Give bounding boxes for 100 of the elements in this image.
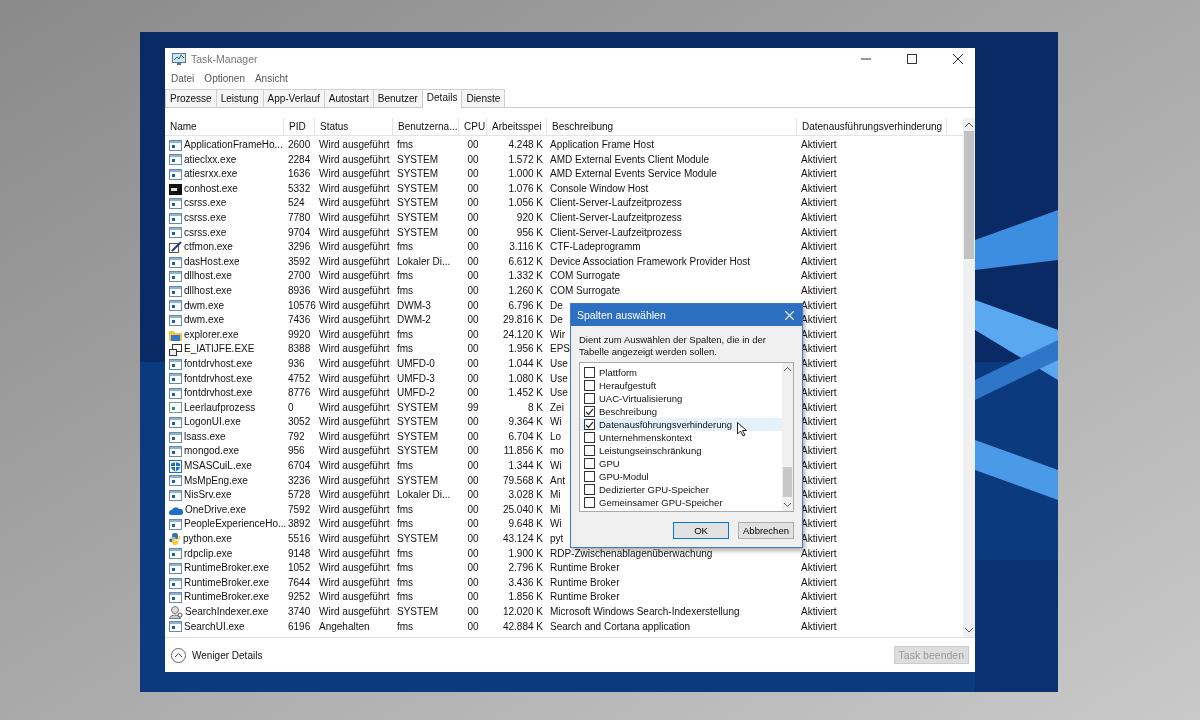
checkbox[interactable]	[584, 497, 595, 508]
table-cell: Wi	[550, 518, 562, 530]
app-window-icon	[169, 373, 182, 385]
table-cell: 00	[467, 372, 479, 384]
table-cell: Wird ausgeführt	[319, 606, 390, 617]
checkbox[interactable]	[584, 419, 595, 430]
process-name: ctfmon.exe	[184, 240, 233, 255]
tab[interactable]: Leistung	[215, 89, 264, 107]
column-option[interactable]: GPU	[580, 457, 782, 470]
column-option[interactable]: Plattform	[580, 366, 782, 379]
table-cell: 956	[288, 445, 305, 457]
table-cell: fms	[397, 620, 414, 632]
column-option[interactable]: Datenausführungsverhinderung	[580, 418, 782, 431]
table-cell: 00	[467, 343, 479, 355]
table-cell: 99	[467, 401, 479, 413]
app-window-icon	[169, 212, 182, 224]
column-header[interactable]: Beschreibung	[547, 118, 797, 135]
maximize-icon[interactable]	[907, 54, 917, 64]
column-header[interactable]: Name	[165, 118, 284, 135]
column-option[interactable]: Beschreibung	[580, 405, 782, 418]
mouse-pointer-icon	[737, 422, 747, 437]
table-cell: Aktiviert	[801, 357, 837, 369]
cancel-button[interactable]: Abbrechen	[738, 522, 794, 539]
column-option[interactable]: GPU-Modul	[580, 470, 782, 483]
table-cell: Wird ausgeführt	[319, 168, 390, 180]
column-option[interactable]: Dedizierter GPU-Speicher	[580, 483, 782, 496]
fewer-details-link[interactable]: Weniger Details	[192, 649, 263, 661]
scrollbar-thumb[interactable]	[964, 131, 974, 259]
column-option[interactable]: Leistungseinschränkung	[580, 444, 782, 457]
column-option[interactable]: UAC-Virtualisierung	[580, 392, 782, 405]
table-cell: 3052	[288, 416, 311, 428]
column-header[interactable]: Datenausführungsverhinderung	[797, 118, 947, 135]
checkbox[interactable]	[584, 432, 595, 443]
table-cell: Aktiviert	[801, 416, 837, 428]
table-cell: Aktiviert	[801, 241, 837, 253]
column-header[interactable]: Benutzerna...	[393, 118, 459, 135]
table-cell: Wird ausgeführt	[319, 445, 390, 457]
column-option[interactable]: Gemeinsamer GPU-Speicher	[580, 496, 782, 509]
table-cell: 00	[467, 606, 479, 617]
process-name: fontdrvhost.exe	[184, 386, 253, 401]
tab[interactable]: Details	[421, 89, 463, 108]
process-name: atieclxx.exe	[184, 152, 237, 167]
tab[interactable]: App-Verlauf	[262, 89, 325, 107]
checkbox[interactable]	[584, 380, 595, 391]
checkbox[interactable]	[584, 406, 595, 417]
checkbox[interactable]	[584, 367, 595, 378]
process-name: MsMpEng.exe	[184, 473, 248, 488]
tab[interactable]: Prozesse	[165, 89, 217, 107]
table-cell: Aktiviert	[801, 372, 837, 384]
checkbox[interactable]	[584, 445, 595, 456]
tab[interactable]: Dienste	[461, 89, 506, 107]
table-cell: 00	[467, 197, 479, 209]
checkbox[interactable]	[584, 471, 595, 482]
scroll-up-icon[interactable]	[784, 367, 791, 371]
table-cell: SYSTEM	[397, 606, 439, 617]
table-cell: fms	[397, 547, 414, 559]
menu-item[interactable]: Datei	[171, 73, 195, 84]
table-cell: 1636	[288, 168, 311, 180]
process-name: dllhost.exe	[184, 283, 232, 298]
table-cell: Wird ausgeführt	[319, 387, 390, 399]
checkbox[interactable]	[584, 458, 595, 469]
column-header[interactable]: PID	[284, 118, 315, 135]
tab[interactable]: Benutzer	[372, 89, 423, 107]
checkbox[interactable]	[584, 393, 595, 404]
scroll-down-icon[interactable]	[784, 503, 791, 507]
table-cell: Aktiviert	[801, 401, 837, 413]
column-header[interactable]: Status	[315, 118, 393, 135]
menu-item[interactable]: Optionen	[204, 73, 245, 84]
table-cell: Aktiviert	[801, 430, 837, 442]
table-cell: Wird ausgeführt	[319, 255, 390, 267]
tab[interactable]: Autostart	[323, 89, 374, 107]
table-cell: SYSTEM	[397, 197, 439, 209]
checkbox[interactable]	[584, 484, 595, 495]
menu-item[interactable]: Ansicht	[254, 73, 288, 84]
scroll-up-icon[interactable]	[965, 122, 973, 127]
table-cell: 00	[467, 226, 479, 238]
close-icon[interactable]	[953, 54, 963, 64]
process-name: SearchUI.exe	[184, 619, 245, 634]
table-cell: Wird ausgeführt	[319, 197, 390, 209]
scroll-down-icon[interactable]	[965, 628, 973, 633]
table-cell: 3.028 K	[508, 489, 543, 501]
table-cell: 00	[467, 591, 479, 603]
table-cell: Wird ausgeführt	[319, 241, 390, 253]
column-header[interactable]: CPU	[459, 118, 487, 135]
table-cell: 79.568 K	[502, 474, 543, 486]
table-cell: fms	[397, 284, 414, 296]
table-cell: Aktiviert	[801, 591, 837, 603]
scrollbar-thumb[interactable]	[783, 467, 792, 497]
table-cell: Aktiviert	[801, 460, 837, 472]
column-option[interactable]: Unternehmenskontext	[580, 431, 782, 444]
collapse-icon[interactable]	[171, 647, 186, 663]
table-cell: De	[550, 299, 563, 311]
column-option[interactable]: Heraufgestuft	[580, 379, 782, 392]
table-cell: 29.816 K	[502, 314, 543, 326]
table-cell: Aktiviert	[801, 139, 837, 150]
ok-button[interactable]: OK	[673, 522, 729, 539]
table-cell: Wird ausgeführt	[319, 284, 390, 296]
table-cell: 956 K	[516, 226, 543, 238]
column-header[interactable]: Arbeitsspei	[487, 118, 547, 135]
table-cell: Aktiviert	[801, 153, 837, 165]
